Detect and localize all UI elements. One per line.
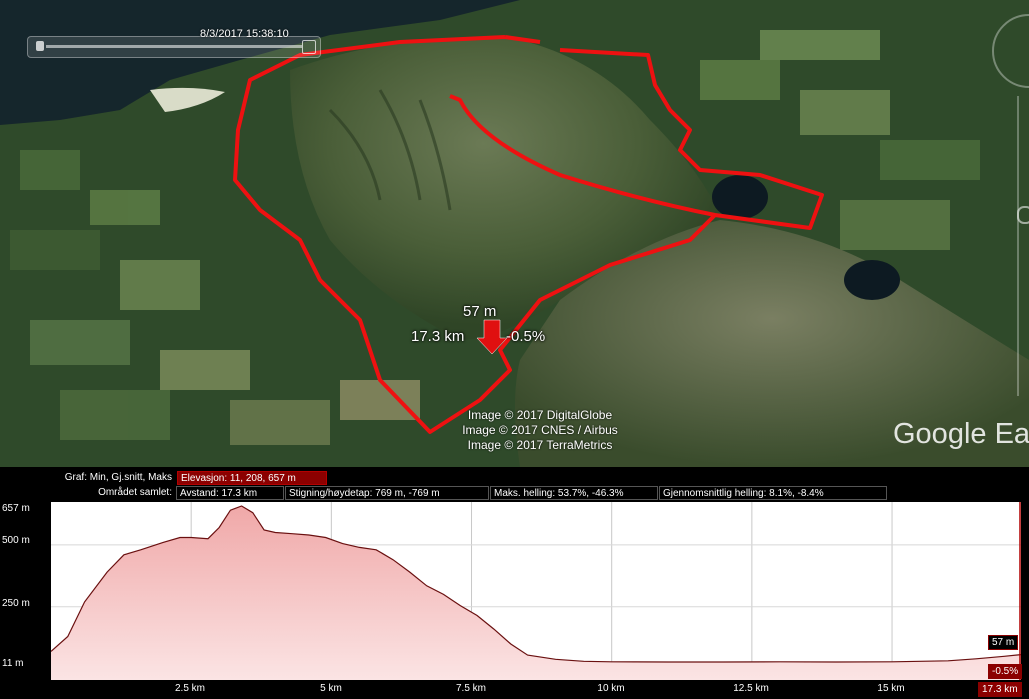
marker-distance: 17.3 km (411, 328, 465, 345)
y-tick-label: 500 m (2, 535, 30, 546)
zoom-slider-handle[interactable] (1017, 206, 1029, 224)
google-earth-logo: Google Ear (893, 418, 1029, 450)
cursor-distance-tag: 17.3 km (978, 682, 1022, 697)
elevation-stat: Elevasjon: 11, 208, 657 m (177, 471, 327, 485)
imagery-credits: Image © 2017 DigitalGlobe Image © 2017 C… (440, 408, 640, 453)
elevation-chart-svg (50, 502, 1022, 680)
timestamp: 8/3/2017 15:38:10 (200, 28, 289, 40)
x-tick-label: 12.5 km (733, 683, 769, 694)
credit-line: Image © 2017 TerraMetrics (467, 438, 613, 452)
x-tick-label: 10 km (597, 683, 625, 694)
clock-settings-icon[interactable] (302, 40, 316, 54)
max-slope-stat: Maks. helling: 53.7%, -46.3% (490, 486, 658, 500)
graph-stats-row: Graf: Min, Gj.snitt, Maks Elevasjon: 11,… (0, 471, 1029, 485)
elevation-chart[interactable] (50, 502, 1022, 680)
x-tick-label: 5 km (320, 683, 342, 694)
avg-slope-stat: Gjennomsnittlig helling: 8.1%, -8.4% (659, 486, 887, 500)
satellite-terrain (0, 0, 1029, 467)
x-tick-label: 7.5 km (455, 683, 487, 694)
y-tick-label: 250 m (2, 598, 30, 609)
x-tick-label: 15 km (877, 683, 905, 694)
distance-stat: Avstand: 17.3 km (176, 486, 284, 500)
zoom-slider[interactable] (1017, 96, 1029, 396)
time-slider-track[interactable] (46, 45, 302, 48)
climb-stat: Stigning/høydetap: 769 m, -769 m (285, 486, 489, 500)
credit-line: Image © 2017 DigitalGlobe (467, 408, 613, 422)
credit-line: Image © 2017 CNES / Airbus (462, 423, 618, 437)
area-label: Området samlet: (98, 487, 172, 498)
y-tick-label: 11 m (2, 658, 24, 669)
cursor-elevation-tag: 57 m (988, 635, 1019, 650)
area-stats-row: Området samlet: Avstand: 17.3 km Stignin… (0, 486, 1029, 500)
x-tick-label: 2.5 km (174, 683, 206, 694)
marker-elevation: 57 m (463, 303, 497, 320)
time-slider-handle[interactable] (36, 41, 44, 51)
y-tick-label: 657 m (2, 503, 30, 514)
elevation-area (51, 506, 1021, 680)
map-view[interactable]: 8/3/2017 15:38:10 57 m 17.3 km -0.5% Ima… (0, 0, 1029, 467)
cursor-slope-tag: -0.5% (988, 664, 1023, 679)
marker-slope: -0.5% (506, 328, 546, 345)
graph-label: Graf: Min, Gj.snitt, Maks (64, 472, 172, 483)
